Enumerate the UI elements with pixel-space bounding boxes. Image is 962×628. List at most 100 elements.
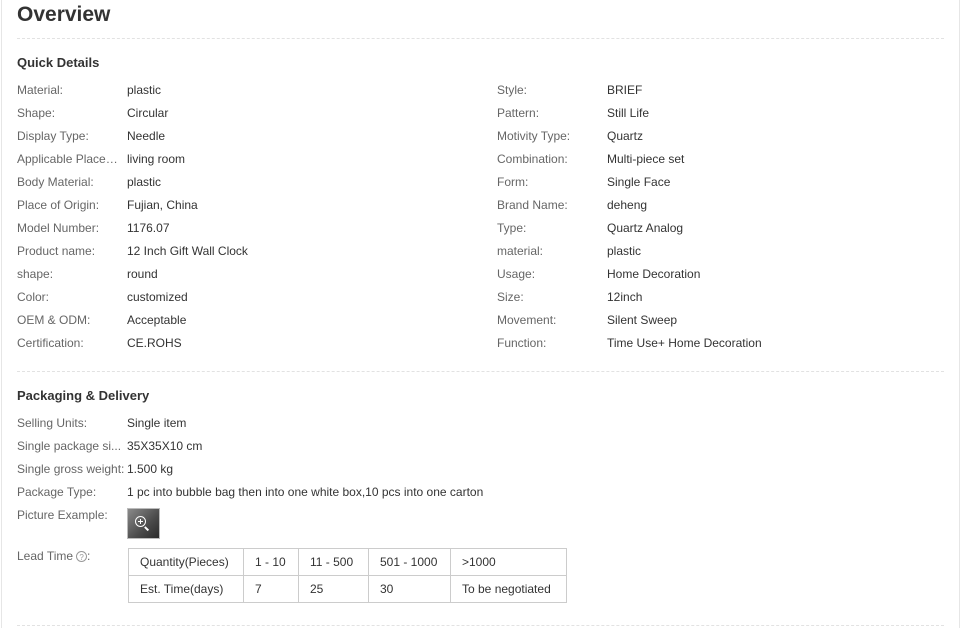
detail-row-size: Size: 12inch (497, 288, 937, 306)
detail-value: plastic (127, 175, 162, 189)
detail-label: OEM & ODM: (17, 313, 91, 327)
detail-label: Form: (497, 175, 529, 189)
picture-example-row: Picture Example: (17, 506, 127, 524)
detail-label: Place of Origin: (17, 198, 100, 212)
quick-details-title: Quick Details (17, 55, 100, 70)
detail-row-function: Function: Time Use+ Home Decoration (497, 334, 937, 352)
table-cell: Quantity(Pieces) (128, 548, 244, 576)
packaging-label: Single package si... (17, 439, 122, 453)
detail-value: Circular (127, 106, 169, 120)
packaging-title: Packaging & Delivery (17, 388, 150, 403)
picture-example-thumbnail[interactable] (127, 508, 160, 539)
detail-row-oem-odm: OEM & ODM: Acceptable (17, 311, 477, 329)
detail-label: Brand Name: (497, 198, 568, 212)
detail-value: Still Life (607, 106, 650, 120)
detail-label: Material: (17, 83, 64, 97)
help-icon[interactable]: ? (76, 551, 88, 563)
detail-label: Color: (17, 290, 50, 304)
detail-label: Model Number: (17, 221, 100, 235)
detail-row-material-2: material: plastic (497, 242, 937, 260)
detail-row-display-type: Display Type: Needle (17, 127, 477, 145)
detail-value: living room (127, 152, 186, 166)
packaging-row-package-type: Package Type: 1 pc into bubble bag then i… (17, 483, 917, 501)
detail-value: plastic (607, 244, 642, 258)
lead-time-label: Lead Time (17, 549, 74, 563)
detail-value: Silent Sweep (607, 313, 678, 327)
detail-row-type: Type: Quartz Analog (497, 219, 937, 237)
packaging-label: Selling Units: (17, 416, 88, 430)
detail-row-pattern: Pattern: Still Life (497, 104, 937, 122)
lead-time-table: Quantity(Pieces) 1 - 10 11 - 500 501 - 1… (128, 548, 567, 603)
detail-label: Certification: (17, 336, 84, 350)
detail-row-product-name: Product name: 12 Inch Gift Wall Clock (17, 242, 477, 260)
detail-label: Body Material: (17, 175, 94, 189)
detail-row-color: Color: customized (17, 288, 477, 306)
detail-row-place-of-origin: Place of Origin: Fujian, China (17, 196, 477, 214)
detail-label: Pattern: (497, 106, 540, 120)
packaging-row-selling-units: Selling Units: Single item (17, 414, 917, 432)
detail-value: customized (127, 290, 188, 304)
lead-time-colon: : (87, 549, 91, 563)
packaging-label: Single gross weight: (17, 462, 125, 476)
detail-value: Home Decoration (607, 267, 701, 281)
detail-row-brand-name: Brand Name: deheng (497, 196, 937, 214)
detail-row-certification: Certification: CE.ROHS (17, 334, 477, 352)
detail-value: deheng (607, 198, 648, 212)
detail-value: Quartz Analog (607, 221, 684, 235)
detail-label: Usage: (497, 267, 536, 281)
detail-row-combination: Combination: Multi-piece set (497, 150, 937, 168)
table-cell: To be negotiated (450, 575, 567, 603)
packaging-value: 1 pc into bubble bag then into one white… (127, 485, 484, 499)
detail-value: Multi-piece set (607, 152, 685, 166)
detail-value: Acceptable (127, 313, 187, 327)
page-title: Overview (17, 3, 111, 26)
detail-value: Single Face (607, 175, 671, 189)
lead-time-row: Lead Time?: (17, 547, 127, 565)
table-cell: Est. Time(days) (128, 575, 244, 603)
table-cell: 30 (368, 575, 451, 603)
detail-value: Quartz (607, 129, 644, 143)
detail-row-shape: Shape: Circular (17, 104, 477, 122)
detail-row-usage: Usage: Home Decoration (497, 265, 937, 283)
table-row: Est. Time(days) 7 25 30 To be negotiated (128, 575, 567, 603)
detail-value: plastic (127, 83, 162, 97)
packaging-row-package-size: Single package si... 35X35X10 cm (17, 437, 917, 455)
table-cell: >1000 (450, 548, 567, 576)
divider (17, 371, 944, 372)
detail-label: Motivity Type: (497, 129, 571, 143)
detail-label: Function: (497, 336, 547, 350)
table-cell: 7 (243, 575, 299, 603)
divider (17, 38, 944, 39)
detail-value: 1176.07 (127, 221, 170, 235)
detail-row-movement: Movement: Silent Sweep (497, 311, 937, 329)
detail-label: Display Type: (17, 129, 89, 143)
detail-row-form: Form: Single Face (497, 173, 937, 191)
detail-value: Needle (127, 129, 166, 143)
table-cell: 25 (298, 575, 369, 603)
detail-value: CE.ROHS (127, 336, 182, 350)
detail-label: Applicable Placem... (17, 152, 125, 166)
detail-value: round (127, 267, 158, 281)
detail-row-body-material: Body Material: plastic (17, 173, 477, 191)
detail-value: 12inch (607, 290, 643, 304)
packaging-value: 35X35X10 cm (127, 439, 203, 453)
detail-label: Movement: (497, 313, 557, 327)
detail-label: Size: (497, 290, 524, 304)
detail-label: material: (497, 244, 544, 258)
detail-row-motivity-type: Motivity Type: Quartz (497, 127, 937, 145)
table-cell: 1 - 10 (243, 548, 299, 576)
table-row: Quantity(Pieces) 1 - 10 11 - 500 501 - 1… (128, 548, 567, 576)
detail-label: shape: (17, 267, 54, 281)
detail-label: Product name: (17, 244, 96, 258)
detail-value: Fujian, China (127, 198, 198, 212)
detail-value: 12 Inch Gift Wall Clock (127, 244, 248, 258)
detail-label: Combination: (497, 152, 568, 166)
detail-row-model-number: Model Number: 1176.07 (17, 219, 477, 237)
detail-value: BRIEF (607, 83, 643, 97)
detail-row-material: Material: plastic (17, 81, 477, 99)
packaging-value: Single item (127, 416, 187, 430)
table-cell: 11 - 500 (298, 548, 369, 576)
packaging-label: Package Type: (17, 485, 97, 499)
detail-row-style: Style: BRIEF (497, 81, 937, 99)
picture-example-label: Picture Example: (17, 508, 108, 522)
